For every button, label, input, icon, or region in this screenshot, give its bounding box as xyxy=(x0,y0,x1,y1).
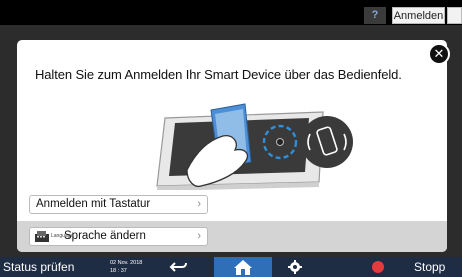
change-language-button[interactable]: Language Sprache ändern › xyxy=(29,227,208,246)
keyboard-icon xyxy=(35,231,49,242)
home-icon xyxy=(234,260,252,275)
date-time: 02 Nov. 2018 18 : 37 xyxy=(110,259,142,275)
stop-icon xyxy=(372,261,384,273)
help-button[interactable]: ? xyxy=(364,7,386,24)
stop-button[interactable]: Stopp xyxy=(370,257,462,277)
main-area: Halten Sie zum Anmelden Ihr Smart Device… xyxy=(0,25,462,257)
change-language-label: Sprache ändern xyxy=(64,230,146,242)
login-button[interactable]: Anmelden xyxy=(392,7,445,24)
home-button[interactable] xyxy=(214,257,272,277)
stop-label: Stopp xyxy=(414,260,446,274)
check-status-button[interactable]: Status prüfen xyxy=(0,257,98,277)
bottom-bar: Status prüfen 02 Nov. 2018 18 : 37 Stopp xyxy=(0,257,462,277)
close-icon: ✕ xyxy=(433,46,445,61)
help-icon: ? xyxy=(371,9,379,21)
login-dialog: Halten Sie zum Anmelden Ihr Smart Device… xyxy=(17,40,447,252)
time-label: 18 : 37 xyxy=(110,268,127,274)
chevron-right-icon: › xyxy=(197,198,201,210)
chevron-right-icon: › xyxy=(197,230,201,242)
date-label: 02 Nov. 2018 xyxy=(110,260,143,266)
settings-icon[interactable] xyxy=(284,259,306,275)
nfc-icon xyxy=(301,116,353,168)
language-small-label: Language xyxy=(51,233,74,239)
top-bar: ? Anmelden xyxy=(0,0,462,25)
logout-button[interactable] xyxy=(447,7,462,24)
close-button[interactable]: ✕ xyxy=(428,43,450,65)
nfc-illustration xyxy=(156,103,353,190)
keyboard-login-button[interactable]: Anmelden mit Tastatur › xyxy=(29,195,208,214)
dialog-message: Halten Sie zum Anmelden Ihr Smart Device… xyxy=(35,67,402,82)
keyboard-login-label: Anmelden mit Tastatur xyxy=(36,198,151,210)
back-icon[interactable] xyxy=(168,259,190,275)
language-band: Language Sprache ändern › xyxy=(17,221,447,252)
